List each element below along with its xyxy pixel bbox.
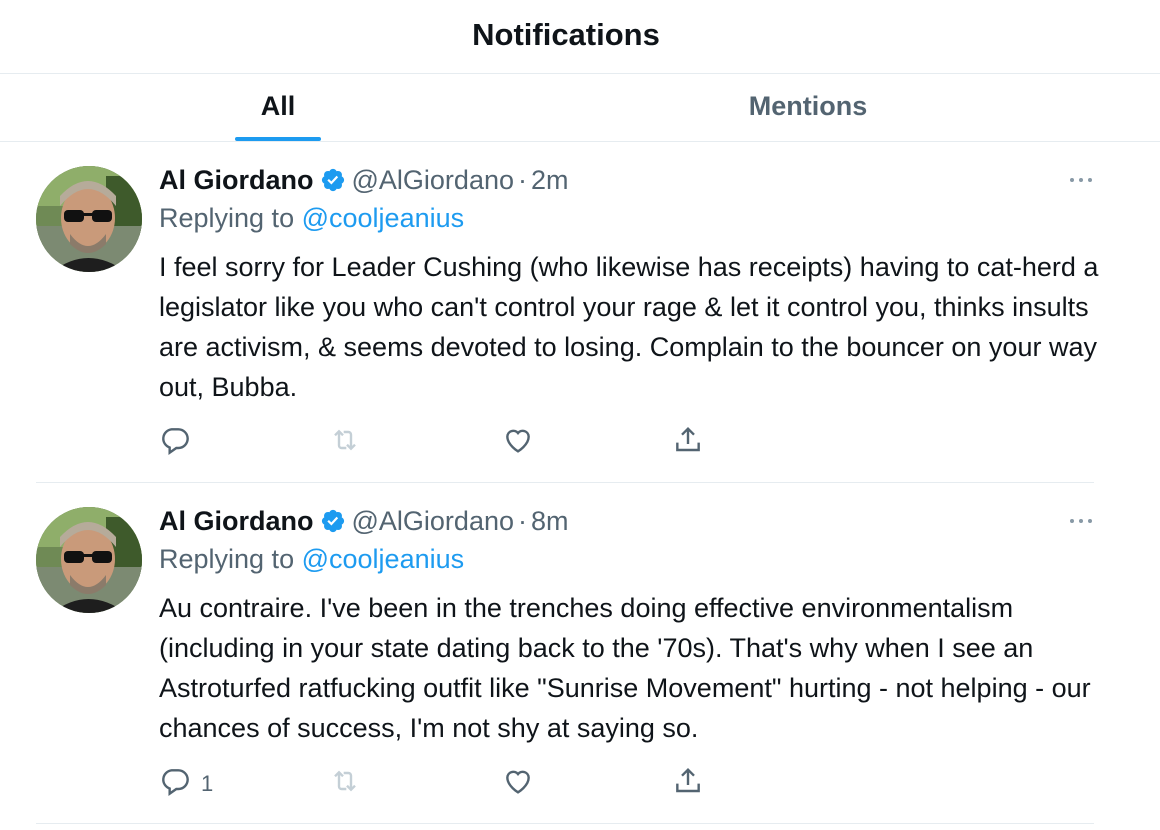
header: Notifications [0, 0, 1160, 74]
tab-all[interactable]: All [128, 74, 428, 141]
share-icon [672, 765, 704, 803]
like-icon [502, 765, 534, 803]
retweet-button[interactable] [329, 767, 361, 801]
verified-badge-icon [320, 167, 346, 193]
replying-to-label: Replying to [159, 544, 295, 574]
share-icon [672, 424, 704, 462]
separator-dot: · [518, 505, 527, 536]
reply-icon [159, 765, 191, 803]
display-name[interactable]: Al Giordano [159, 506, 314, 537]
replying-to-link[interactable]: @cooljeanius [302, 544, 465, 574]
like-button[interactable] [502, 426, 534, 460]
replying-to: Replying to @cooljeanius [159, 203, 464, 234]
avatar[interactable] [36, 507, 142, 613]
tweet[interactable]: Al Giordano @AlGiordano · 8m Replying to… [0, 483, 1160, 824]
tab-all-label: All [260, 91, 296, 121]
tweet-actions [159, 426, 719, 460]
share-button[interactable] [672, 426, 704, 460]
retweet-icon [329, 765, 361, 803]
timestamp[interactable]: 2m [531, 165, 569, 196]
reply-button[interactable] [159, 426, 201, 460]
tweet-header: Al Giordano @AlGiordano · 8m [159, 503, 569, 539]
avatar[interactable] [36, 166, 142, 272]
display-name[interactable]: Al Giordano [159, 165, 314, 196]
tweet-actions: 1 [159, 767, 719, 801]
divider [36, 823, 1094, 824]
separator-dot: · [518, 164, 527, 195]
replying-to: Replying to @cooljeanius [159, 544, 464, 575]
like-button[interactable] [502, 767, 534, 801]
tweet[interactable]: Al Giordano @AlGiordano · 2m Replying to… [0, 142, 1160, 483]
handle[interactable]: @AlGiordano [352, 165, 515, 196]
tab-mentions[interactable]: Mentions [658, 74, 958, 141]
tweet-text: Au contraire. I've been in the trenches … [159, 593, 1091, 743]
active-tab-indicator [235, 137, 321, 141]
tab-mentions-label: Mentions [748, 91, 868, 121]
retweet-icon [329, 424, 361, 462]
tweet-header: Al Giordano @AlGiordano · 2m [159, 162, 569, 198]
reply-button[interactable]: 1 [159, 767, 213, 801]
reply-count: 1 [201, 771, 214, 796]
tweet-text: I feel sorry for Leader Cushing (who lik… [159, 252, 1099, 402]
notifications-page: Notifications All Mentions Al Giordano @… [0, 0, 1160, 830]
verified-badge-icon [320, 508, 346, 534]
like-icon [502, 424, 534, 462]
reply-icon [159, 424, 191, 462]
timestamp[interactable]: 8m [531, 506, 569, 537]
replying-to-label: Replying to [159, 203, 295, 233]
handle[interactable]: @AlGiordano [352, 506, 515, 537]
tab-bar: All Mentions [0, 74, 1160, 142]
retweet-button[interactable] [329, 426, 361, 460]
more-options-icon[interactable] [1066, 170, 1096, 190]
replying-to-link[interactable]: @cooljeanius [302, 203, 465, 233]
more-options-icon[interactable] [1066, 511, 1096, 531]
share-button[interactable] [672, 767, 704, 801]
page-title: Notifications [472, 17, 660, 52]
